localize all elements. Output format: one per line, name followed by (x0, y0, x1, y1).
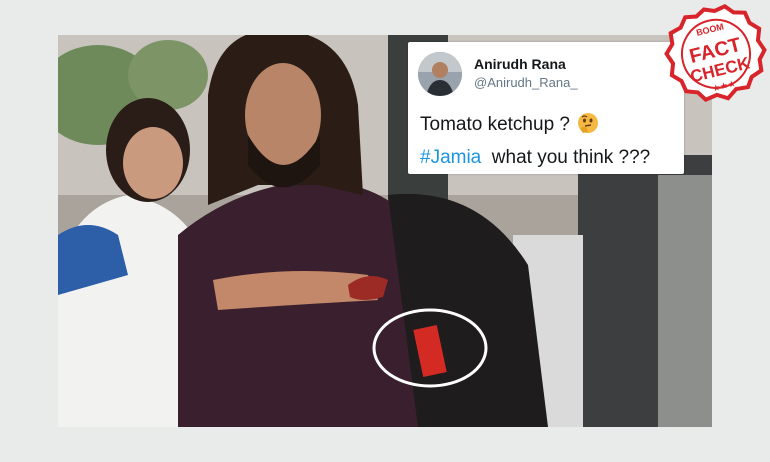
tweet-card: Anirudh Rana @Anirudh_Rana_ Tomato ketch… (408, 42, 684, 174)
avatar (418, 52, 462, 96)
tweet-author-name[interactable]: Anirudh Rana (474, 56, 566, 72)
tweet-text: Tomato ketchup ? (420, 114, 570, 135)
tweet-author-handle[interactable]: @Anirudh_Rana_ (474, 75, 578, 90)
tweet-text-rest: what you think ??? (481, 147, 651, 168)
tweet-text-line2: #Jamia what you think ??? (420, 147, 650, 169)
thinking-face-icon (577, 112, 599, 140)
hashtag-link[interactable]: #Jamia (420, 147, 481, 168)
tweet-text-line1: Tomato ketchup ? (420, 112, 599, 140)
fact-check-stamp: BOOM FACT CHECK ★★★ (664, 2, 768, 114)
